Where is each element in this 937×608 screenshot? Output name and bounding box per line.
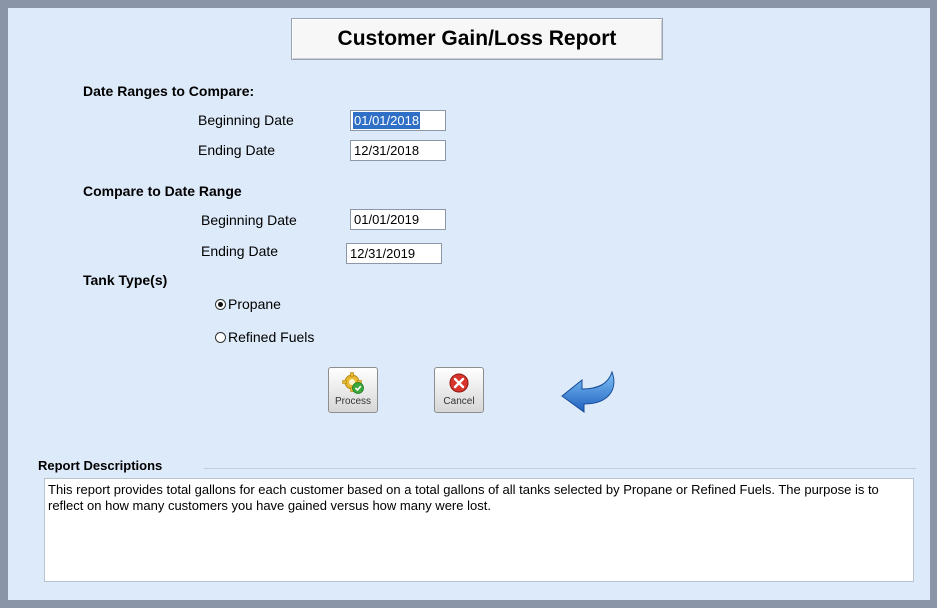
report-descriptions-heading: Report Descriptions [38,458,163,473]
report-description-text: This report provides total gallons for e… [44,478,914,582]
report-window: Customer Gain/Loss Report Date Ranges to… [8,8,930,600]
back-arrow-icon[interactable] [560,366,624,414]
beginning-date-value: 01/01/2018 [353,112,421,129]
radio-propane-label: Propane [228,296,281,312]
ending-date-label: Ending Date [198,142,276,158]
radio-button-icon[interactable] [215,331,226,343]
process-button-label: Process [334,396,372,407]
compare-ending-date-input[interactable] [346,243,442,264]
compare-ending-date-label: Ending Date [201,243,279,259]
ending-date-input[interactable] [350,140,446,161]
compare-range-heading: Compare to Date Range [83,183,242,199]
tank-types-heading: Tank Type(s) [83,272,168,288]
radio-refined-fuels-label: Refined Fuels [228,329,315,345]
radio-refined-fuels[interactable]: Refined Fuels [215,329,314,345]
beginning-date-label: Beginning Date [198,112,294,128]
cancel-button[interactable]: Cancel [434,367,484,413]
beginning-date-input[interactable]: 01/01/2018 [350,110,446,131]
process-button[interactable]: Process [328,367,378,413]
compare-beginning-date-label: Beginning Date [201,212,297,228]
radio-propane[interactable]: Propane [215,296,281,312]
report-title: Customer Gain/Loss Report [291,18,663,60]
cancel-x-icon [449,373,469,393]
cancel-button-label: Cancel [443,396,475,407]
report-title-text: Customer Gain/Loss Report [337,27,617,50]
divider [204,468,916,469]
date-ranges-heading: Date Ranges to Compare: [83,83,255,99]
radio-button-icon[interactable] [215,298,226,310]
compare-beginning-date-input[interactable] [350,209,446,230]
gear-check-icon [342,372,364,394]
